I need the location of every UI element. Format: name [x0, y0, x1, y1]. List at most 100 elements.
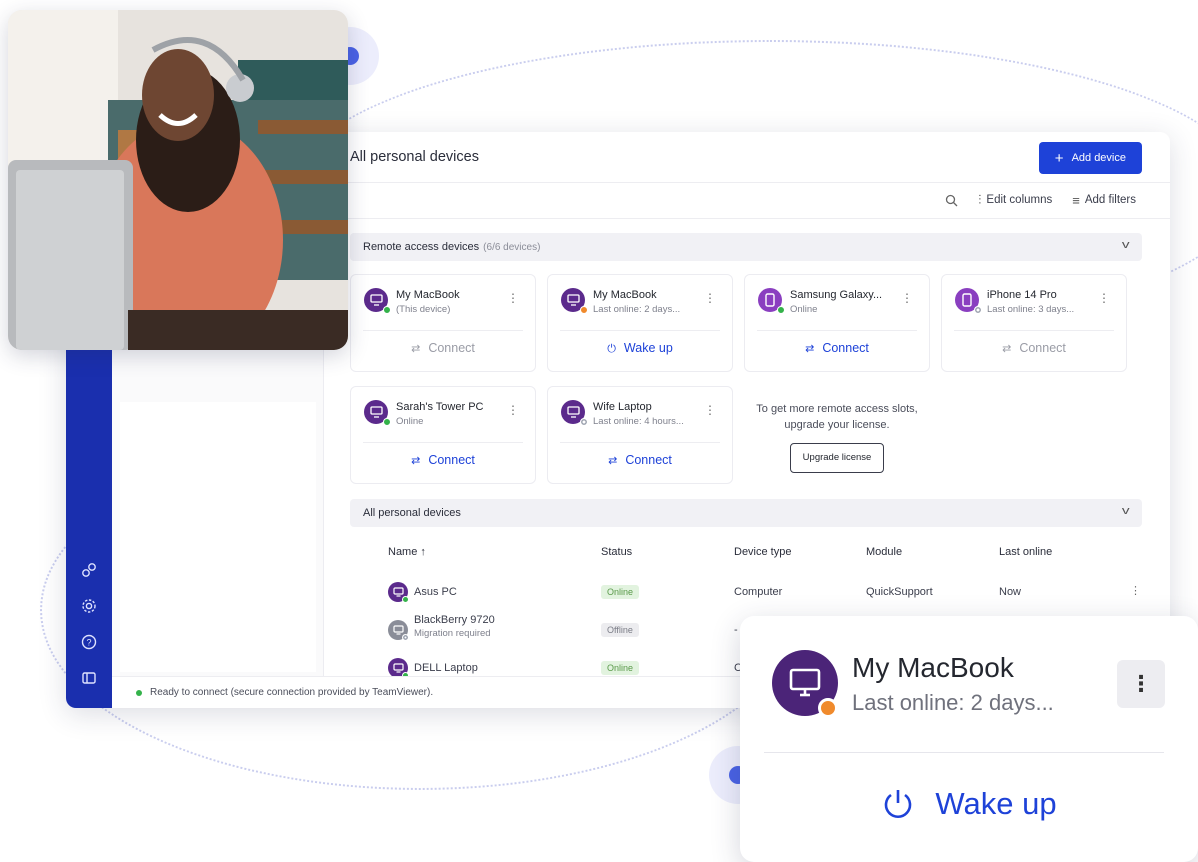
- connect-button[interactable]: ⇄ Connect: [942, 341, 1126, 355]
- remote-device-card[interactable]: Sarah's Tower PC Online ⋮ ⇄ Connect: [350, 386, 536, 484]
- all-devices-section-header[interactable]: All personal devices v: [350, 499, 1142, 527]
- connect-arrows-icon: ⇄: [411, 343, 421, 355]
- connect-button[interactable]: ⇄ Connect: [548, 453, 732, 467]
- upgrade-text: To get more remote access slots, upgrade…: [756, 403, 918, 431]
- add-device-label: Add device: [1071, 152, 1126, 164]
- column-header-status[interactable]: Status: [601, 546, 632, 558]
- more-options-icon[interactable]: ⋮: [901, 292, 913, 304]
- device-name: Sarah's Tower PC: [396, 401, 484, 413]
- divider: [954, 330, 1114, 331]
- offline-status-dot: [402, 634, 409, 641]
- connect-arrows-icon: ⇄: [1002, 343, 1012, 355]
- table-toolbar: ⫶ Edit columns ≡ Add filters: [945, 192, 1136, 208]
- offline-status-dot: [580, 418, 588, 426]
- divider: [757, 330, 917, 331]
- online-status-dot: [402, 596, 409, 603]
- remote-device-card[interactable]: Wife Laptop Last online: 4 hours... ⋮ ⇄ Conn…: [547, 386, 733, 484]
- divider: [560, 330, 720, 331]
- remote-device-card[interactable]: iPhone 14 Pro Last online: 3 days... ⋮ ⇄ Con…: [941, 274, 1127, 372]
- search-icon: [946, 194, 958, 206]
- more-options-icon[interactable]: ⋮: [507, 292, 519, 304]
- wake-up-button[interactable]: Wake up: [740, 786, 1198, 822]
- page-title: All personal devices: [350, 149, 479, 165]
- chevron-down-icon[interactable]: v: [1121, 239, 1129, 251]
- divider: [560, 442, 720, 443]
- device-subtitle: Migration required: [414, 628, 491, 639]
- column-header-last-online[interactable]: Last online: [999, 546, 1052, 558]
- more-options-icon[interactable]: ⋮: [1130, 584, 1141, 597]
- divider: [342, 218, 1170, 219]
- divider: [363, 442, 523, 443]
- remote-device-card[interactable]: My MacBook (This device) ⋮ ⇄ Connect: [350, 274, 536, 372]
- settings-icon[interactable]: [79, 598, 99, 618]
- offline-status-dot: [974, 306, 982, 314]
- more-options-icon[interactable]: ⋮: [1117, 660, 1165, 708]
- marketing-stage: ? All personal devices + Add device ⫶ Ed…: [0, 0, 1198, 862]
- more-options-icon[interactable]: ⋮: [704, 292, 716, 304]
- action-label: Connect: [625, 453, 672, 467]
- chevron-down-icon[interactable]: v: [1121, 505, 1129, 517]
- module: QuickSupport: [866, 586, 933, 598]
- remote-access-section-header[interactable]: Remote access devices (6/6 devices) v: [350, 233, 1142, 261]
- navigation-panel-body: [120, 402, 316, 672]
- add-filters-button[interactable]: ≡ Add filters: [1072, 193, 1136, 208]
- connect-arrows-icon: ⇄: [411, 455, 421, 467]
- edit-columns-icon: ⫶: [978, 192, 982, 207]
- section-count: (6/6 devices): [483, 241, 541, 253]
- filter-icon: ≡: [1072, 192, 1080, 208]
- edit-columns-label: Edit columns: [986, 194, 1053, 206]
- device-name: My MacBook: [852, 652, 1014, 683]
- column-header-device-type[interactable]: Device type: [734, 546, 791, 558]
- more-options-icon[interactable]: ⋮: [507, 404, 519, 416]
- person-photo: [8, 10, 348, 350]
- action-label: Connect: [822, 341, 869, 355]
- online-status-dot: [777, 306, 785, 314]
- action-label: Connect: [1019, 341, 1066, 355]
- device-type: -: [734, 624, 738, 636]
- column-header-name[interactable]: Name ↑: [388, 546, 426, 558]
- device-name: iPhone 14 Pro: [987, 289, 1057, 301]
- action-label: Connect: [428, 341, 475, 355]
- search-button[interactable]: [945, 194, 958, 207]
- device-subtitle: (This device): [396, 304, 451, 315]
- table-row[interactable]: Asus PC Online Computer QuickSupport Now ⋮: [388, 580, 1148, 610]
- wake-up-button[interactable]: ⏻ Wake up: [548, 341, 732, 356]
- divider: [764, 752, 1164, 753]
- online-status-dot: [136, 689, 142, 696]
- divider: [342, 182, 1170, 183]
- connect-arrows-icon: ⇄: [608, 455, 618, 467]
- edit-columns-button[interactable]: ⫶ Edit columns: [978, 192, 1052, 208]
- device-subtitle: Last online: 3 days...: [987, 304, 1075, 315]
- device-name: Samsung Galaxy...: [790, 289, 883, 301]
- add-device-button[interactable]: + Add device: [1038, 142, 1142, 174]
- connect-button[interactable]: ⇄ Connect: [351, 341, 535, 355]
- more-options-icon[interactable]: ⋮: [704, 404, 716, 416]
- status-badge: Online: [601, 585, 640, 599]
- column-header-module[interactable]: Module: [866, 546, 902, 558]
- panel-icon[interactable]: [79, 670, 99, 690]
- svg-text:?: ?: [86, 638, 91, 648]
- connect-button[interactable]: ⇄ Connect: [351, 453, 535, 467]
- status-badge: Offline: [601, 623, 639, 637]
- device-name: My MacBook: [593, 289, 657, 301]
- remote-device-card[interactable]: Samsung Galaxy... Online ⋮ ⇄ Connect: [744, 274, 930, 372]
- upgrade-license-button[interactable]: Upgrade license: [789, 443, 885, 473]
- device-subtitle: Online: [396, 416, 424, 427]
- connect-arrows-icon: ⇄: [805, 343, 815, 355]
- section-title: All personal devices: [363, 507, 461, 519]
- device-name: BlackBerry 9720: [414, 614, 495, 626]
- online-status-dot: [383, 418, 391, 426]
- connect-button[interactable]: ⇄ Connect: [745, 341, 929, 355]
- action-label: Connect: [428, 453, 475, 467]
- device-subtitle: Online: [790, 304, 818, 315]
- power-icon: [885, 790, 912, 818]
- help-icon[interactable]: ?: [79, 634, 99, 654]
- device-last-online: Last online: 2 days...: [852, 690, 1054, 715]
- more-options-icon[interactable]: ⋮: [1098, 292, 1110, 304]
- wake-up-label: Wake up: [935, 786, 1057, 821]
- remote-device-card[interactable]: My MacBook Last online: 2 days... ⋮ ⏻ Wake u…: [547, 274, 733, 372]
- sort-ascending-icon: ↑: [420, 546, 426, 558]
- online-status-dot: [383, 306, 391, 314]
- section-title: Remote access devices: [363, 241, 480, 253]
- connections-icon[interactable]: [79, 562, 99, 582]
